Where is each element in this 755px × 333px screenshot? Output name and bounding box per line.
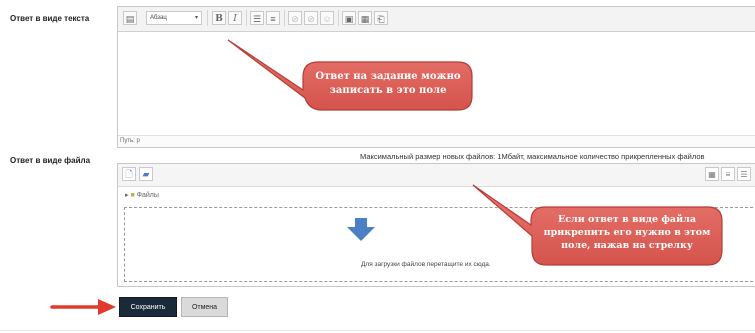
callout-line: поле, нажав на стрелку [561,239,693,251]
callout-line: Если ответ в виде файла [557,214,696,225]
file-callout: Если ответ в виде файла прикрепить его н… [534,214,720,252]
text-callout: Ответ на задание можно записать в это по… [306,70,470,97]
callout-line: записать в это поле [329,84,447,96]
callout-line: прикрепить его нужно в этом [543,226,711,238]
annotation-overlay [50,39,723,315]
callout-line: Ответ на задание можно [315,71,461,82]
pointer-arrow-icon [50,299,116,315]
